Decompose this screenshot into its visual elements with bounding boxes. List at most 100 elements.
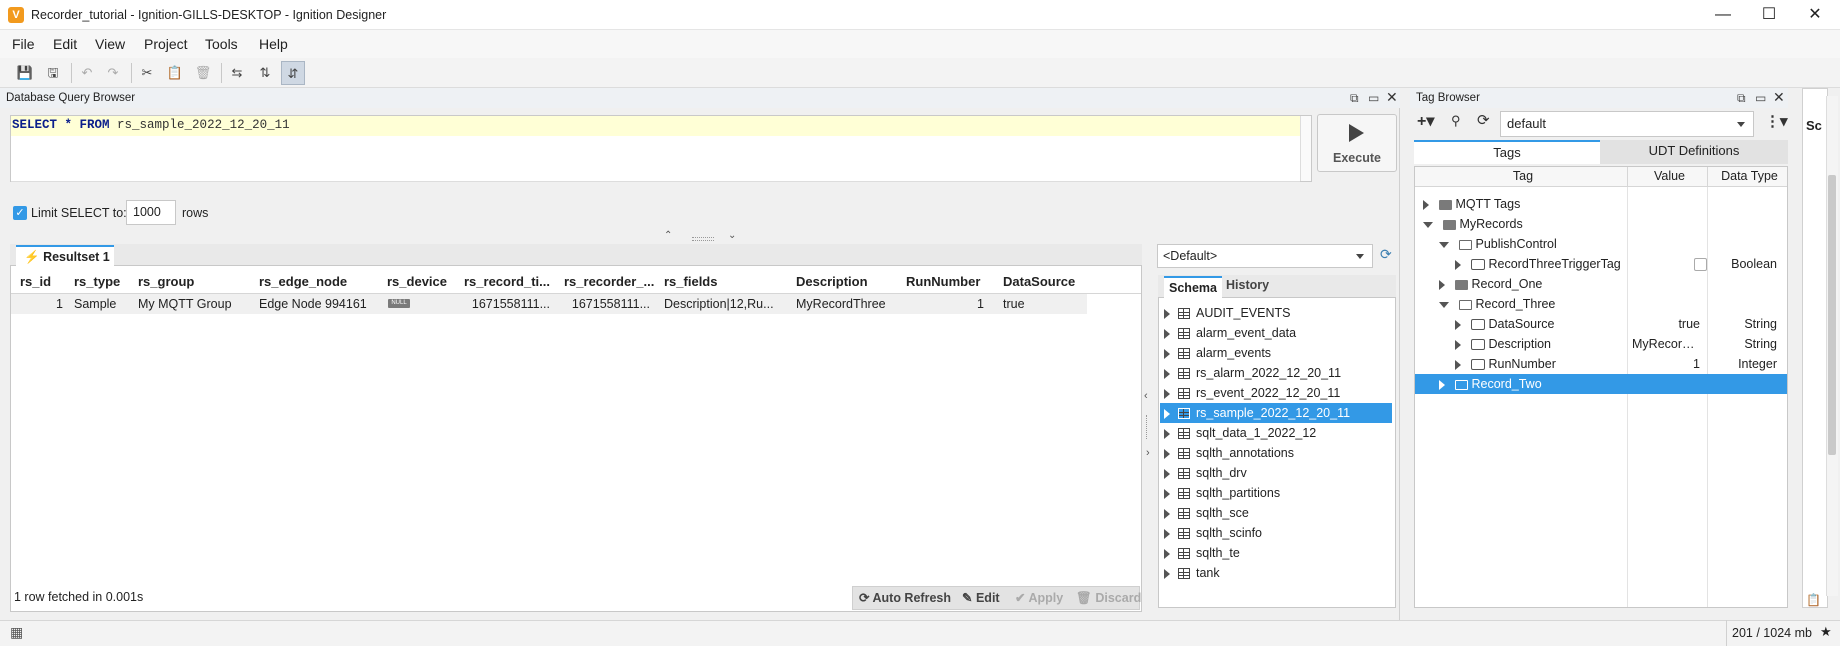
discard-button[interactable]: 🗑 Discard: [1071, 587, 1146, 609]
apply-button[interactable]: ✔ Apply: [1010, 587, 1068, 609]
tab-schema[interactable]: Schema: [1164, 276, 1222, 299]
schema-table-item[interactable]: sqlth_partitions: [1160, 483, 1392, 503]
tab-tags[interactable]: Tags: [1414, 140, 1600, 164]
expand-icon[interactable]: [1164, 508, 1170, 519]
column-header[interactable]: Value: [1628, 167, 1708, 186]
paste-icon[interactable]: 📋: [163, 61, 187, 85]
expand-icon[interactable]: [1164, 368, 1170, 379]
column-header[interactable]: rs_record_ti...: [460, 270, 556, 294]
tag-tree-row[interactable]: RunNumber 1 Integer: [1415, 354, 1787, 374]
expand-icon[interactable]: [1164, 428, 1170, 439]
maximize-icon[interactable]: ☐: [1746, 0, 1792, 30]
tag-provider-select[interactable]: default: [1500, 111, 1754, 137]
restore-panel-icon[interactable]: ⧉: [1350, 88, 1359, 108]
save-all-icon[interactable]: 🖫: [41, 61, 65, 85]
garbage-collect-icon[interactable]: ★: [1820, 624, 1832, 640]
splitter-grip[interactable]: [692, 237, 714, 241]
schema-table-item[interactable]: rs_sample_2022_12_20_11: [1160, 403, 1392, 423]
expand-icon[interactable]: [1164, 348, 1170, 359]
limit-input[interactable]: 1000: [126, 200, 176, 225]
expand-icon[interactable]: [1164, 308, 1170, 319]
tag-tree-row[interactable]: RecordThreeTriggerTag Boolean: [1415, 254, 1787, 274]
column-header[interactable]: rs_edge_node: [255, 270, 379, 294]
expand-icon[interactable]: [1439, 379, 1445, 390]
limit-checkbox[interactable]: ✓: [13, 206, 27, 220]
column-header[interactable]: RunNumber: [902, 270, 994, 294]
sql-query-text[interactable]: SELECT * FROM rs_sample_2022_12_20_11: [12, 118, 290, 132]
expand-icon[interactable]: [1455, 359, 1461, 370]
schema-table-item[interactable]: rs_event_2022_12_20_11: [1160, 383, 1392, 403]
editor-horizontal-scrollbar[interactable]: [11, 181, 1300, 182]
table-row[interactable]: 1 Sample My MQTT Group Edge Node 994161 …: [11, 294, 1087, 314]
tag-tree-row[interactable]: Record_Three: [1415, 294, 1787, 314]
auto-refresh-button[interactable]: ⟳ Auto Refresh: [854, 587, 956, 609]
edit-button[interactable]: ✎ Edit: [957, 587, 1005, 609]
tag-tree-row[interactable]: PublishControl: [1415, 234, 1787, 254]
expand-icon[interactable]: [1439, 241, 1449, 248]
close-panel-icon[interactable]: ✕: [1386, 87, 1398, 107]
tag-tree-row[interactable]: Record_Two: [1415, 374, 1787, 394]
column-header[interactable]: rs_recorder_...: [560, 270, 656, 294]
expand-icon[interactable]: [1423, 221, 1433, 228]
redo-icon[interactable]: ↷: [101, 61, 125, 85]
expand-icon[interactable]: [1164, 328, 1170, 339]
datasource-select[interactable]: <Default>: [1157, 244, 1373, 268]
schema-table-item[interactable]: tank: [1160, 563, 1392, 583]
resultset-tab[interactable]: ⚡ Resultset 1: [16, 245, 114, 267]
schema-table-item[interactable]: sqlth_scinfo: [1160, 523, 1392, 543]
expand-icon[interactable]: [1455, 319, 1461, 330]
menu-help[interactable]: Help: [259, 36, 288, 52]
column-header[interactable]: rs_type: [70, 270, 132, 294]
expand-icon[interactable]: [1164, 488, 1170, 499]
splitter-up-icon[interactable]: ⌃: [664, 230, 672, 241]
expand-icon[interactable]: [1164, 568, 1170, 579]
schema-table-item[interactable]: sqlt_data_1_2022_12: [1160, 423, 1392, 443]
expand-icon[interactable]: [1164, 448, 1170, 459]
schema-table-item[interactable]: alarm_events: [1160, 343, 1392, 363]
column-header[interactable]: rs_id: [16, 270, 66, 294]
column-header[interactable]: rs_fields: [660, 270, 788, 294]
clipboard-icon[interactable]: 📋: [1806, 593, 1821, 607]
expand-icon[interactable]: [1455, 259, 1461, 270]
schema-table-item[interactable]: rs_alarm_2022_12_20_11: [1160, 363, 1392, 383]
schema-table-item[interactable]: sqlth_sce: [1160, 503, 1392, 523]
menu-tools[interactable]: Tools: [205, 36, 238, 52]
value-checkbox[interactable]: [1694, 258, 1707, 271]
refresh-schema-icon[interactable]: ⟳: [1380, 246, 1392, 263]
grid-icon[interactable]: ▦: [10, 624, 23, 641]
expand-icon[interactable]: [1164, 468, 1170, 479]
tag-tree-row[interactable]: MyRecords: [1415, 214, 1787, 234]
menu-edit[interactable]: Edit: [53, 36, 77, 52]
delete-icon[interactable]: 🗑: [191, 61, 215, 85]
expand-icon[interactable]: [1164, 388, 1170, 399]
column-header[interactable]: rs_group: [134, 270, 252, 294]
expand-icon[interactable]: [1164, 528, 1170, 539]
tag-tree-row[interactable]: Description MyRecordT... String: [1415, 334, 1787, 354]
expand-icon[interactable]: [1455, 339, 1461, 350]
splitter-down-icon[interactable]: ⌄: [728, 230, 736, 241]
schema-table-item[interactable]: AUDIT_EVENTS: [1160, 303, 1392, 323]
minimize-panel-icon[interactable]: ▭: [1755, 88, 1766, 108]
save-icon[interactable]: 💾: [13, 61, 37, 85]
close-icon[interactable]: ✕: [1792, 0, 1838, 30]
expand-icon[interactable]: [1164, 408, 1170, 419]
undo-icon[interactable]: ↶: [75, 61, 99, 85]
add-tag-icon[interactable]: +▾: [1417, 111, 1434, 131]
split-horizontal-icon[interactable]: ⇆: [225, 61, 249, 85]
cut-icon[interactable]: ✂: [135, 61, 159, 85]
column-header[interactable]: DataSource: [999, 270, 1099, 294]
splitter-grip-vertical[interactable]: [1146, 415, 1148, 439]
column-header[interactable]: Tag: [1415, 167, 1628, 186]
column-header[interactable]: rs_device: [383, 270, 455, 294]
collapse-right-icon[interactable]: ›: [1146, 447, 1150, 459]
collapse-left-icon[interactable]: ‹: [1144, 390, 1148, 402]
tag-tree-row[interactable]: Record_One: [1415, 274, 1787, 294]
restore-panel-icon[interactable]: ⧉: [1737, 88, 1746, 108]
scrollbar-thumb[interactable]: [1828, 175, 1836, 455]
toggle-layout-icon[interactable]: ⇵: [281, 61, 305, 85]
refresh-icon[interactable]: ⟳: [1477, 111, 1490, 129]
menu-project[interactable]: Project: [144, 36, 188, 52]
editor-vertical-scrollbar[interactable]: [1300, 116, 1311, 181]
tab-history[interactable]: History: [1226, 278, 1269, 292]
expand-icon[interactable]: [1423, 199, 1429, 210]
